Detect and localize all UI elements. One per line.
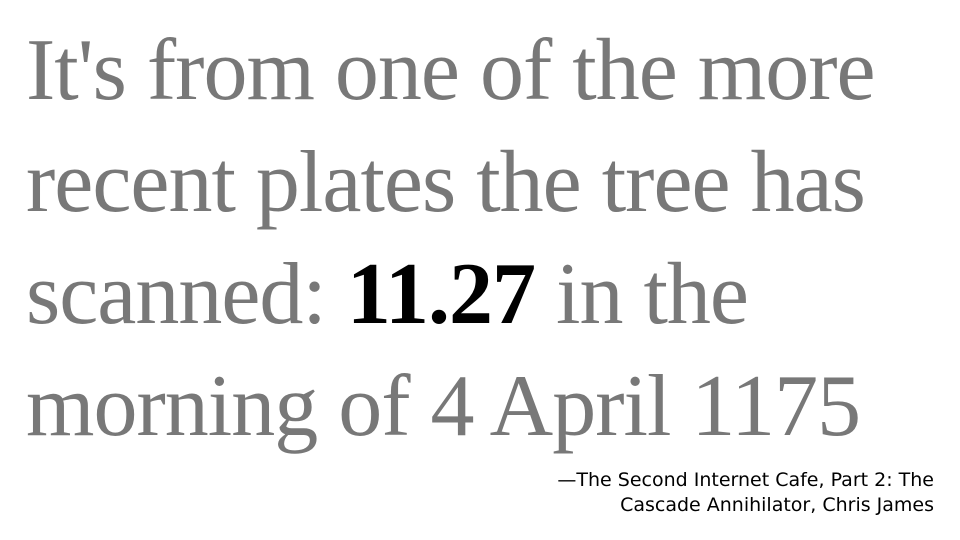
quote-card: It's from one of the more recent plates … bbox=[0, 0, 960, 540]
attribution-line-1: —The Second Internet Cafe, Part 2: The bbox=[557, 469, 934, 491]
quote-text: It's from one of the more recent plates … bbox=[26, 15, 946, 463]
highlighted-time: 11.27 bbox=[346, 246, 536, 343]
quote-line-3: scanned: 11.27 in the bbox=[26, 239, 946, 351]
quote-line-1: It's from one of the more bbox=[26, 22, 876, 119]
attribution: —The Second Internet Cafe, Part 2: The C… bbox=[454, 468, 934, 518]
quote-line-4: morning of 4 April 1175 bbox=[26, 358, 861, 455]
quote-line-3-prefix: scanned: bbox=[26, 246, 347, 343]
attribution-line-2: Cascade Annihilator, Chris James bbox=[620, 494, 934, 516]
quote-line-3-suffix: in the bbox=[535, 246, 749, 343]
quote-line-2: recent plates the tree has bbox=[26, 134, 866, 231]
